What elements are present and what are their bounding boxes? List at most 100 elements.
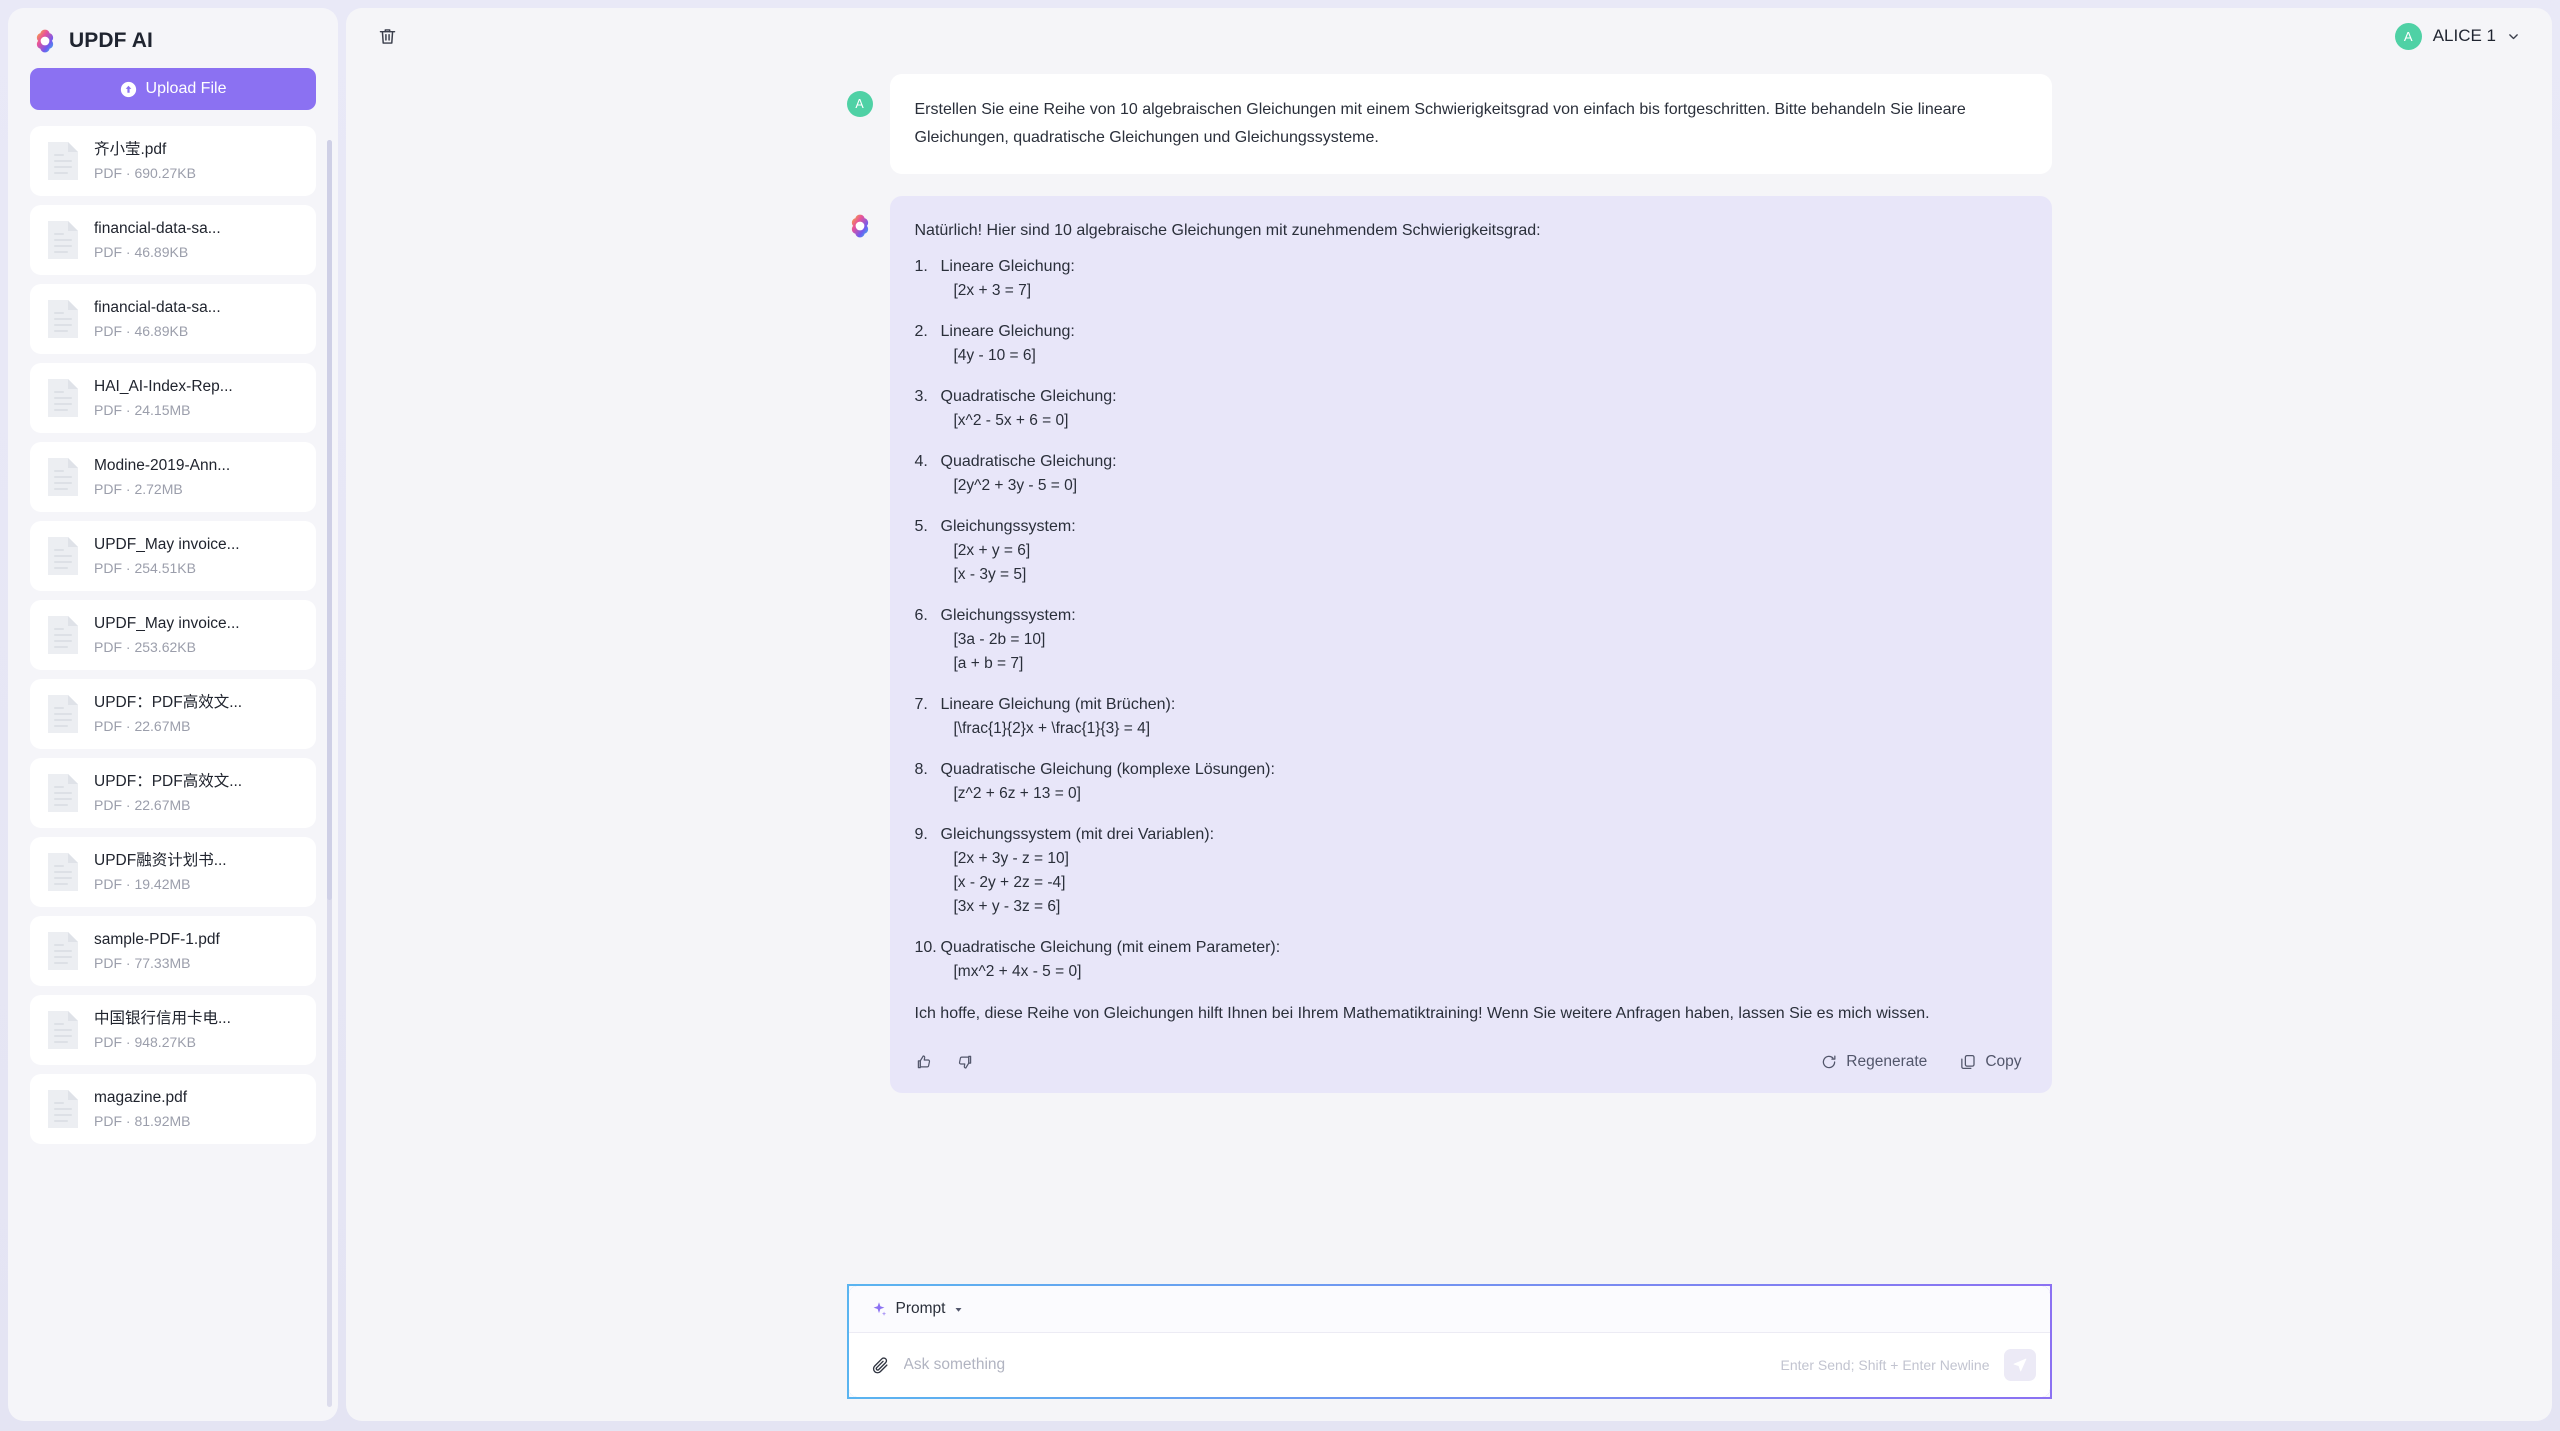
sidebar-scrollbar-thumb[interactable] (327, 140, 332, 900)
paperclip-icon[interactable] (871, 1356, 890, 1375)
equation-number: 4. (914, 453, 928, 470)
composer-prompt-row[interactable]: Prompt (848, 1286, 2050, 1333)
avatar: A (2394, 22, 2422, 50)
file-name: UPDF融资计划书... (94, 851, 227, 869)
equation-body: Quadratische Gleichung: [2y^2 + 3y - 5 = … (941, 449, 2022, 498)
send-button[interactable] (2003, 1349, 2036, 1381)
pdf-file-icon (48, 221, 78, 259)
pdf-file-icon (48, 300, 78, 338)
sidebar-scrollbar-track[interactable] (327, 140, 332, 1407)
equation-expression: [x - 2y + 2z = -4] (953, 874, 1066, 891)
file-name: magazine.pdf (94, 1088, 188, 1106)
file-list-item[interactable]: financial-data-sa... PDF · 46.89KB (30, 284, 316, 354)
thumbs-down-button[interactable] (956, 1053, 974, 1071)
file-list-item[interactable]: UPDF_May invoice... PDF · 253.62KB (30, 600, 316, 670)
equation-list-item: 10. Quadratische Gleichung (mit einem Par… (915, 935, 2022, 984)
copy-button[interactable]: Copy (1959, 1053, 2022, 1071)
file-meta: PDF · 81.92MB (94, 1112, 191, 1129)
equation-title: Quadratische Gleichung (komplexe Lösunge… (940, 761, 1275, 778)
equation-body: Lineare Gleichung (mit Brüchen): [\frac{1… (941, 692, 2022, 741)
file-meta: PDF · 22.67MB (94, 717, 191, 734)
pdf-file-icon (48, 379, 78, 417)
file-list-item[interactable]: sample-PDF-1.pdf PDF · 77.33MB (30, 916, 316, 986)
user-name: ALICE 1 (2432, 26, 2496, 45)
top-bar: A ALICE 1 (346, 8, 2552, 64)
equation-number: 8. (914, 761, 928, 778)
thumbs-up-icon (917, 1055, 930, 1069)
pdf-file-icon (48, 932, 78, 970)
file-list-item[interactable]: HAI_AI-Index-Rep... PDF · 24.15MB (30, 363, 316, 433)
sidebar: UPDF AI Upload File 齐小莹.pdf PDF · 690.27K… (8, 8, 338, 1421)
thumbs-up-button[interactable] (915, 1053, 933, 1071)
brand: UPDF AI (8, 8, 338, 68)
upload-area: Upload File (8, 68, 338, 126)
file-list-item[interactable]: UPDF：PDF高效文... PDF · 22.67MB (30, 758, 316, 828)
file-meta: PDF · 253.62KB (94, 638, 196, 655)
file-meta: PDF · 948.27KB (94, 1033, 196, 1050)
file-name: financial-data-sa... (94, 219, 221, 237)
equation-expression: [3a - 2b = 10] (953, 631, 1046, 648)
ask-input[interactable] (903, 1356, 1767, 1374)
equation-list: 1. Lineare Gleichung: [2x + 3 = 7] 2. Linear… (915, 254, 2022, 984)
equation-list-item: 3. Quadratische Gleichung: [x^2 - 5x + 6 =… (915, 384, 2022, 433)
file-name: 齐小莹.pdf (94, 140, 167, 158)
equation-number: 10. (914, 939, 937, 956)
feedback-actions (915, 1053, 974, 1071)
sparkle-icon (873, 1302, 886, 1316)
file-name: HAI_AI-Index-Rep... (94, 377, 233, 395)
thumbs-down-icon (958, 1055, 971, 1069)
file-list-item[interactable]: magazine.pdf PDF · 81.92MB (30, 1074, 316, 1144)
file-name: UPDF：PDF高效文... (94, 772, 243, 790)
equation-expression: [x^2 - 5x + 6 = 0] (953, 412, 1069, 429)
upload-file-button[interactable]: Upload File (30, 68, 316, 110)
composer: Prompt Enter Send; Shift + Enter Newline (846, 1284, 2052, 1399)
equation-title: Quadratische Gleichung: (940, 388, 1117, 405)
file-meta: PDF · 77.33MB (94, 954, 191, 971)
equation-title: Gleichungssystem (mit drei Variablen): (940, 826, 1215, 843)
refresh-icon (1823, 1055, 1836, 1069)
updf-flower-logo-icon (36, 29, 54, 53)
equation-body: Quadratische Gleichung (komplexe Lösunge… (941, 757, 2022, 806)
app-root: UPDF AI Upload File 齐小莹.pdf PDF · 690.27K… (0, 0, 2560, 1431)
file-list-item[interactable]: 齐小莹.pdf PDF · 690.27KB (30, 126, 316, 196)
file-list-item[interactable]: UPDF融资计划书... PDF · 19.42MB (30, 837, 316, 907)
equation-expression: [3x + y - 3z = 6] (953, 898, 1061, 915)
equation-title: Lineare Gleichung: (940, 258, 1075, 275)
equation-list-item: 5. Gleichungssystem: [2x + y = 6] [x - 3y =… (915, 514, 2022, 587)
equation-expression: [2x + 3y - z = 10] (953, 850, 1069, 867)
equation-number: 7. (914, 696, 928, 713)
brand-title: UPDF AI (69, 29, 153, 52)
ai-avatar (847, 213, 873, 239)
equation-expression: [2y^2 + 3y - 5 = 0] (953, 477, 1078, 494)
regenerate-button[interactable]: Regenerate (1820, 1053, 1927, 1071)
equation-body: Quadratische Gleichung: [x^2 - 5x + 6 = 0… (941, 384, 2022, 433)
equation-number: 1. (914, 258, 928, 275)
message-actions: Regenerate Copy (915, 1053, 2022, 1071)
pdf-file-icon (48, 774, 78, 812)
file-list-item[interactable]: Modine-2019-Ann... PDF · 2.72MB (30, 442, 316, 512)
pdf-file-icon (48, 142, 78, 180)
file-list-item[interactable]: 中国银行信用卡电... PDF · 948.27KB (30, 995, 316, 1065)
equation-body: Lineare Gleichung: [2x + 3 = 7] (941, 254, 2022, 303)
equation-number: 3. (914, 388, 928, 405)
ai-message-bubble: Natürlich! Hier sind 10 algebraische Gle… (889, 196, 2052, 1093)
conversation-thread: A Erstellen Sie eine Reihe von 10 algebr… (846, 64, 2052, 1093)
equation-title: Gleichungssystem: (940, 607, 1076, 624)
file-name: financial-data-sa... (94, 298, 221, 316)
file-list[interactable]: 齐小莹.pdf PDF · 690.27KB financial-data-sa..… (8, 126, 338, 1421)
user-menu[interactable]: A ALICE 1 (2389, 19, 2526, 54)
ai-intro-text: Natürlich! Hier sind 10 algebraische Gle… (914, 222, 1541, 239)
regenerate-label: Regenerate (1846, 1053, 1928, 1070)
composer-area: Prompt Enter Send; Shift + Enter Newline (346, 1284, 2552, 1421)
chat-scroll-area[interactable]: A Erstellen Sie eine Reihe von 10 algebr… (346, 64, 2552, 1284)
pdf-file-icon (48, 695, 78, 733)
equation-title: Quadratische Gleichung (mit einem Parame… (940, 939, 1281, 956)
file-list-item[interactable]: UPDF_May invoice... PDF · 254.51KB (30, 521, 316, 591)
equation-list-item: 1. Lineare Gleichung: [2x + 3 = 7] (915, 254, 2022, 303)
file-name: sample-PDF-1.pdf (94, 930, 220, 948)
delete-conversation-button[interactable] (372, 21, 402, 51)
equation-number: 6. (914, 607, 928, 624)
file-list-item[interactable]: financial-data-sa... PDF · 46.89KB (30, 205, 316, 275)
file-list-item[interactable]: UPDF：PDF高效文... PDF · 22.67MB (30, 679, 316, 749)
chevron-down-icon (2509, 33, 2518, 39)
